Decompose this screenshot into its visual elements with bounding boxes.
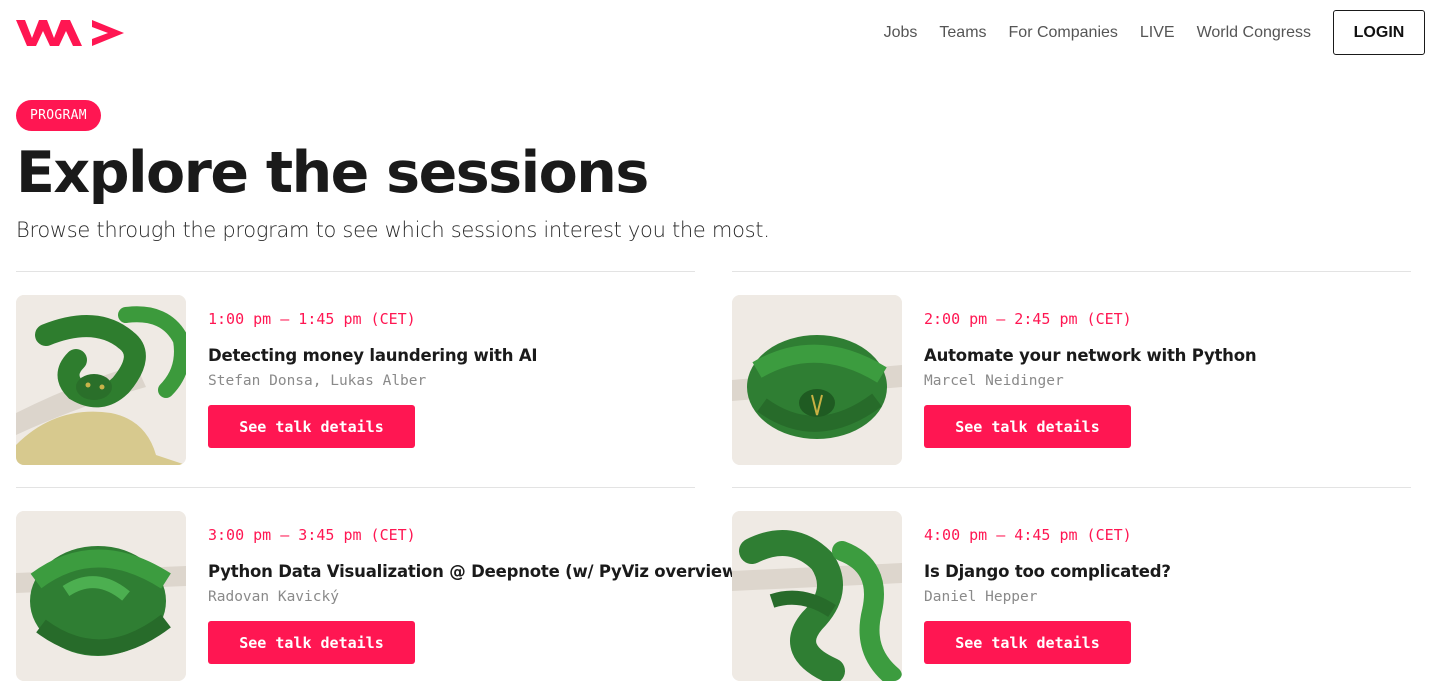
login-button[interactable]: LOGIN [1333,10,1425,55]
nav-link-world-congress[interactable]: World Congress [1197,24,1311,42]
session-card: 3:00 pm – 3:45 pm (CET) Python Data Visu… [16,487,745,697]
session-title[interactable]: Automate your network with Python [924,346,1257,365]
nav-link-live[interactable]: LIVE [1140,24,1175,42]
wearedevelopers-logo[interactable] [16,16,124,50]
session-speakers: Marcel Neidinger [924,373,1064,389]
session-title[interactable]: Is Django too complicated? [924,562,1171,581]
session-speakers: Daniel Hepper [924,589,1038,605]
nav-link-jobs[interactable]: Jobs [884,24,918,42]
session-thumbnail[interactable] [16,511,186,681]
nav-link-teams[interactable]: Teams [939,24,986,42]
session-card: 4:00 pm – 4:45 pm (CET) Is Django too co… [732,487,1411,697]
session-time: 4:00 pm – 4:45 pm (CET) [924,526,1132,544]
session-card: 2:00 pm – 2:45 pm (CET) Automate your ne… [732,271,1411,487]
session-thumbnail[interactable] [732,295,902,465]
session-title[interactable]: Detecting money laundering with AI [208,346,538,365]
program-badge: PROGRAM [16,100,101,131]
session-speakers: Stefan Donsa, Lukas Alber [208,373,427,389]
session-speakers: Radovan Kavický [208,589,339,605]
page-subtitle: Browse through the program to see which … [16,218,770,242]
session-card: 1:00 pm – 1:45 pm (CET) Detecting money … [16,271,695,487]
session-time: 2:00 pm – 2:45 pm (CET) [924,310,1132,328]
session-time: 3:00 pm – 3:45 pm (CET) [208,526,416,544]
page-title: Explore the sessions [16,140,649,206]
session-thumbnail[interactable] [732,511,902,681]
session-time: 1:00 pm – 1:45 pm (CET) [208,310,416,328]
session-thumbnail[interactable] [16,295,186,465]
see-talk-details-button[interactable]: See talk details [924,405,1131,448]
site-header: Jobs Teams For Companies LIVE World Cong… [0,0,1435,70]
see-talk-details-button[interactable]: See talk details [924,621,1131,664]
see-talk-details-button[interactable]: See talk details [208,405,415,448]
see-talk-details-button[interactable]: See talk details [208,621,415,664]
session-title[interactable]: Python Data Visualization @ Deepnote (w/… [208,562,745,581]
nav-link-for-companies[interactable]: For Companies [1009,24,1118,42]
main-nav: Jobs Teams For Companies LIVE World Cong… [884,10,1425,55]
